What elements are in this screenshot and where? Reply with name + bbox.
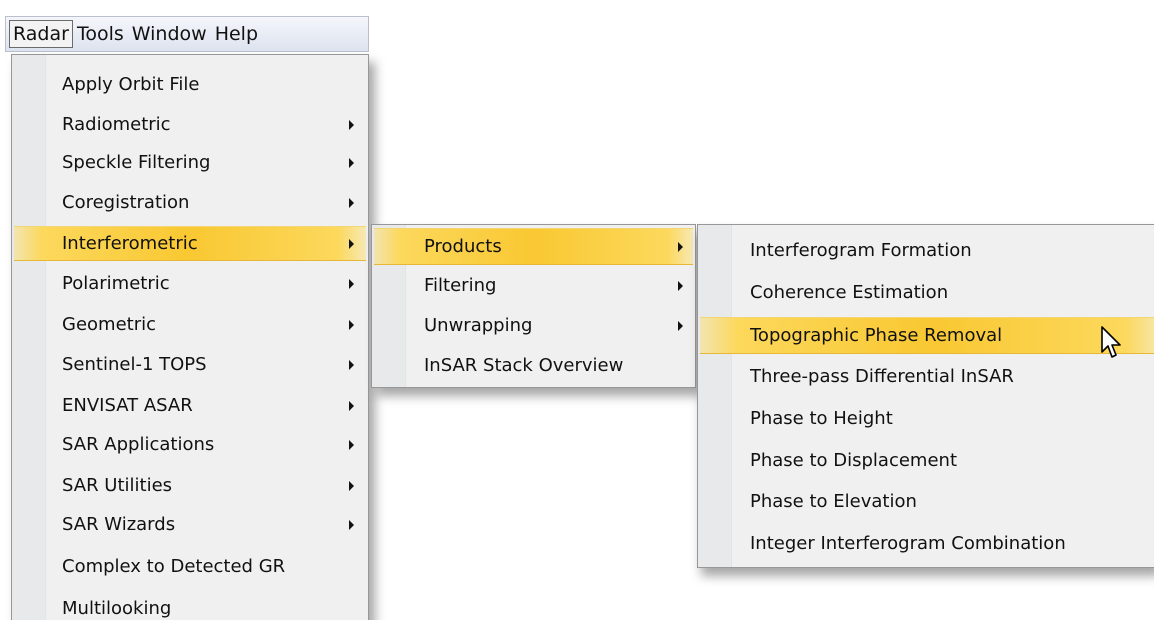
menu-item-label: Phase to Height bbox=[750, 408, 893, 429]
menu-item-phase-to-elevation[interactable]: Phase to Elevation bbox=[700, 484, 1154, 520]
menu-item-apply-orbit-file[interactable]: Apply Orbit File bbox=[14, 67, 366, 103]
menu-item-label: Filtering bbox=[424, 275, 497, 296]
menu-item-label: Multilooking bbox=[62, 598, 172, 619]
menubar-window[interactable]: Window bbox=[128, 20, 211, 48]
interferometric-submenu: Products Filtering Unwrapping InSAR Stac… bbox=[371, 224, 696, 388]
submenu-arrow-icon bbox=[678, 281, 683, 291]
menu-item-label: Coherence Estimation bbox=[750, 282, 949, 303]
menu-item-label: Radiometric bbox=[62, 114, 171, 135]
menubar-tools[interactable]: Tools bbox=[73, 20, 128, 48]
menu-item-label: Phase to Elevation bbox=[750, 491, 917, 512]
menu-item-label: Unwrapping bbox=[424, 315, 533, 336]
submenu-arrow-icon bbox=[678, 321, 683, 331]
menu-item-topographic-phase-removal[interactable]: Topographic Phase Removal bbox=[700, 317, 1154, 354]
menu-item-label: Phase to Displacement bbox=[750, 450, 957, 471]
screen: Radar Tools Window Help Apply Orbit File… bbox=[0, 0, 1154, 620]
menubar-radar[interactable]: Radar bbox=[9, 20, 73, 48]
submenu-arrow-icon bbox=[349, 198, 354, 208]
menu-item-label: Products bbox=[424, 235, 502, 257]
menu-item-sar-utilities[interactable]: SAR Utilities bbox=[14, 468, 366, 504]
menu-item-speckle-filtering[interactable]: Speckle Filtering bbox=[14, 145, 366, 181]
menu-item-label: Interferogram Formation bbox=[750, 240, 972, 261]
menu-item-label: InSAR Stack Overview bbox=[424, 355, 624, 376]
menu-item-sentinel-1-tops[interactable]: Sentinel-1 TOPS bbox=[14, 347, 366, 383]
submenu-arrow-icon bbox=[349, 401, 354, 411]
submenu-arrow-icon bbox=[349, 520, 354, 530]
submenu-arrow-icon bbox=[349, 320, 354, 330]
submenu-arrow-icon bbox=[349, 279, 354, 289]
menu-item-interferometric[interactable]: Interferometric bbox=[14, 226, 366, 261]
menu-item-coherence-estimation[interactable]: Coherence Estimation bbox=[700, 275, 1154, 311]
menu-item-label: Apply Orbit File bbox=[62, 74, 200, 95]
menu-item-multilooking[interactable]: Multilooking bbox=[14, 591, 366, 620]
menu-bar: Radar Tools Window Help bbox=[5, 16, 369, 52]
menu-item-unwrapping[interactable]: Unwrapping bbox=[374, 308, 693, 344]
menu-item-radiometric[interactable]: Radiometric bbox=[14, 107, 366, 143]
submenu-arrow-icon bbox=[349, 238, 354, 249]
menu-item-integer-interferogram-combination[interactable]: Integer Interferogram Combination bbox=[700, 526, 1154, 562]
menu-item-envisat-asar[interactable]: ENVISAT ASAR bbox=[14, 388, 366, 424]
menu-item-phase-to-displacement[interactable]: Phase to Displacement bbox=[700, 443, 1154, 479]
menu-item-products[interactable]: Products bbox=[374, 228, 693, 265]
submenu-arrow-icon bbox=[678, 241, 683, 252]
submenu-arrow-icon bbox=[349, 360, 354, 370]
submenu-arrow-icon bbox=[349, 481, 354, 491]
menu-item-coregistration[interactable]: Coregistration bbox=[14, 185, 366, 221]
menu-item-complex-to-detected-gr[interactable]: Complex to Detected GR bbox=[14, 549, 366, 585]
products-submenu: Interferogram Formation Coherence Estima… bbox=[697, 224, 1154, 568]
menu-item-sar-wizards[interactable]: SAR Wizards bbox=[14, 507, 366, 543]
menu-item-label: SAR Applications bbox=[62, 434, 215, 455]
menu-item-label: SAR Wizards bbox=[62, 514, 176, 535]
menu-item-label: Sentinel-1 TOPS bbox=[62, 354, 207, 375]
submenu-arrow-icon bbox=[349, 158, 354, 168]
menu-item-label: Three-pass Differential InSAR bbox=[750, 366, 1014, 387]
menu-item-label: Interferometric bbox=[62, 232, 198, 254]
menu-item-polarimetric[interactable]: Polarimetric bbox=[14, 266, 366, 302]
menu-item-filtering[interactable]: Filtering bbox=[374, 268, 693, 304]
mouse-pointer-icon bbox=[1101, 326, 1121, 358]
menu-item-label: Topographic Phase Removal bbox=[750, 324, 1003, 346]
menu-item-label: ENVISAT ASAR bbox=[62, 395, 193, 416]
menu-item-label: Integer Interferogram Combination bbox=[750, 533, 1066, 554]
menu-item-sar-applications[interactable]: SAR Applications bbox=[14, 427, 366, 463]
menubar-help[interactable]: Help bbox=[211, 20, 262, 48]
menu-item-label: Polarimetric bbox=[62, 273, 170, 294]
menu-item-interferogram-formation[interactable]: Interferogram Formation bbox=[700, 233, 1154, 269]
submenu-arrow-icon bbox=[349, 440, 354, 450]
radar-menu: Apply Orbit File Radiometric Speckle Fil… bbox=[11, 54, 369, 620]
menu-item-label: SAR Utilities bbox=[62, 475, 173, 496]
menu-item-geometric[interactable]: Geometric bbox=[14, 307, 366, 343]
submenu-arrow-icon bbox=[349, 120, 354, 130]
menu-item-three-pass-differential-insar[interactable]: Three-pass Differential InSAR bbox=[700, 359, 1154, 395]
menu-item-label: Complex to Detected GR bbox=[62, 556, 286, 577]
menu-item-label: Geometric bbox=[62, 314, 156, 335]
menu-item-insar-stack-overview[interactable]: InSAR Stack Overview bbox=[374, 348, 693, 384]
menu-item-label: Speckle Filtering bbox=[62, 152, 211, 173]
menu-item-phase-to-height[interactable]: Phase to Height bbox=[700, 401, 1154, 437]
menu-item-label: Coregistration bbox=[62, 192, 190, 213]
